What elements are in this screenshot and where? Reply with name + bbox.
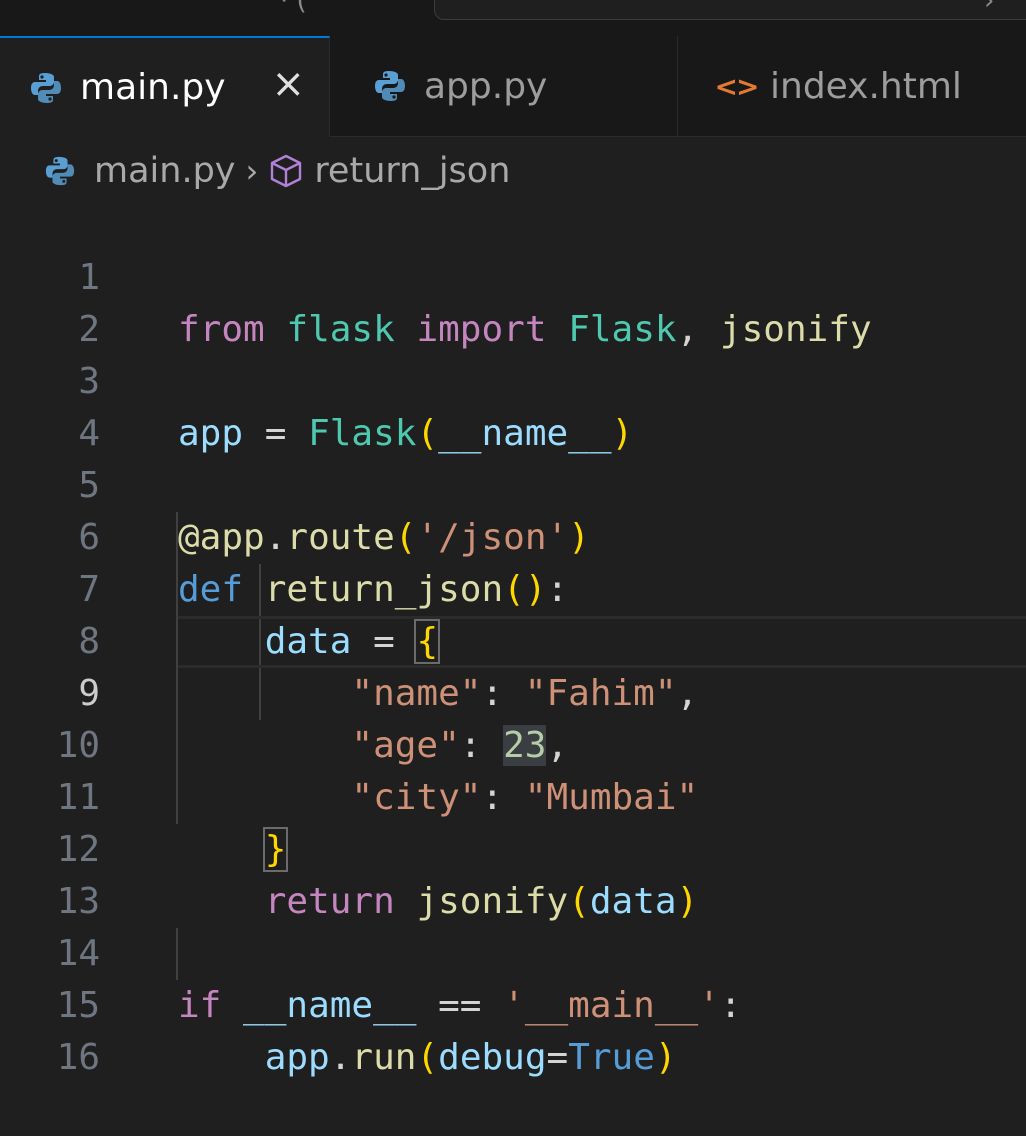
tab-label: main.py (80, 67, 226, 108)
code-line: 16 (0, 980, 1026, 1078)
chevron-right-icon[interactable]: › (984, 0, 994, 16)
python-icon (370, 66, 410, 106)
command-center-search[interactable] (434, 0, 1026, 20)
code-line: 12 return jsonify(data) (0, 772, 1026, 922)
code-line: 15 app.run(debug=True) (0, 928, 1026, 1078)
code-line: 7 data = { (0, 512, 1026, 664)
code-line: 3 app = Flask(__name__) (0, 304, 1026, 454)
code-line: 13 (0, 824, 1026, 922)
tab-index-html[interactable]: <> index.html (678, 36, 1026, 136)
python-icon (26, 68, 66, 108)
title-fragment: · ( (280, 0, 307, 16)
code-line: 8 "name": "Fahim", (0, 564, 1026, 714)
line-number: 16 (56, 1037, 100, 1078)
close-icon[interactable]: × (271, 64, 305, 104)
code-line: 4 (0, 356, 1026, 454)
code-line-current: 9 "age": 23, (0, 616, 1026, 766)
code-editor[interactable]: 1 from flask import Flask, jsonify 2 3 a… (0, 200, 1026, 1078)
tab-app-py[interactable]: app.py (330, 36, 678, 136)
code-line: 14 if __name__ == '__main__': (0, 876, 1026, 1026)
breadcrumb: main.py › return_json (44, 148, 510, 194)
cube-icon (268, 153, 304, 189)
title-bar: · ( › (0, 0, 1026, 37)
breadcrumb-symbol[interactable]: return_json (314, 151, 510, 191)
tab-label: app.py (424, 65, 548, 107)
code-line: 10 "city": "Mumbai" (0, 668, 1026, 818)
tab-bar: main.py × app.py <> index.html (0, 36, 1026, 137)
code-line: 5 @app.route('/json') (0, 408, 1026, 558)
html-brackets-icon: <> (714, 69, 760, 103)
code-line: 1 from flask import Flask, jsonify (0, 200, 1026, 350)
python-icon (44, 155, 76, 187)
tab-label: index.html (770, 65, 962, 107)
code-line: 11 } (0, 720, 1026, 872)
breadcrumb-separator: › (245, 152, 259, 190)
code-line: 2 (0, 252, 1026, 350)
code-line: 6 def return_json(): (0, 460, 1026, 610)
breadcrumb-file[interactable]: main.py (94, 151, 236, 191)
tab-main-py[interactable]: main.py × (0, 36, 330, 137)
